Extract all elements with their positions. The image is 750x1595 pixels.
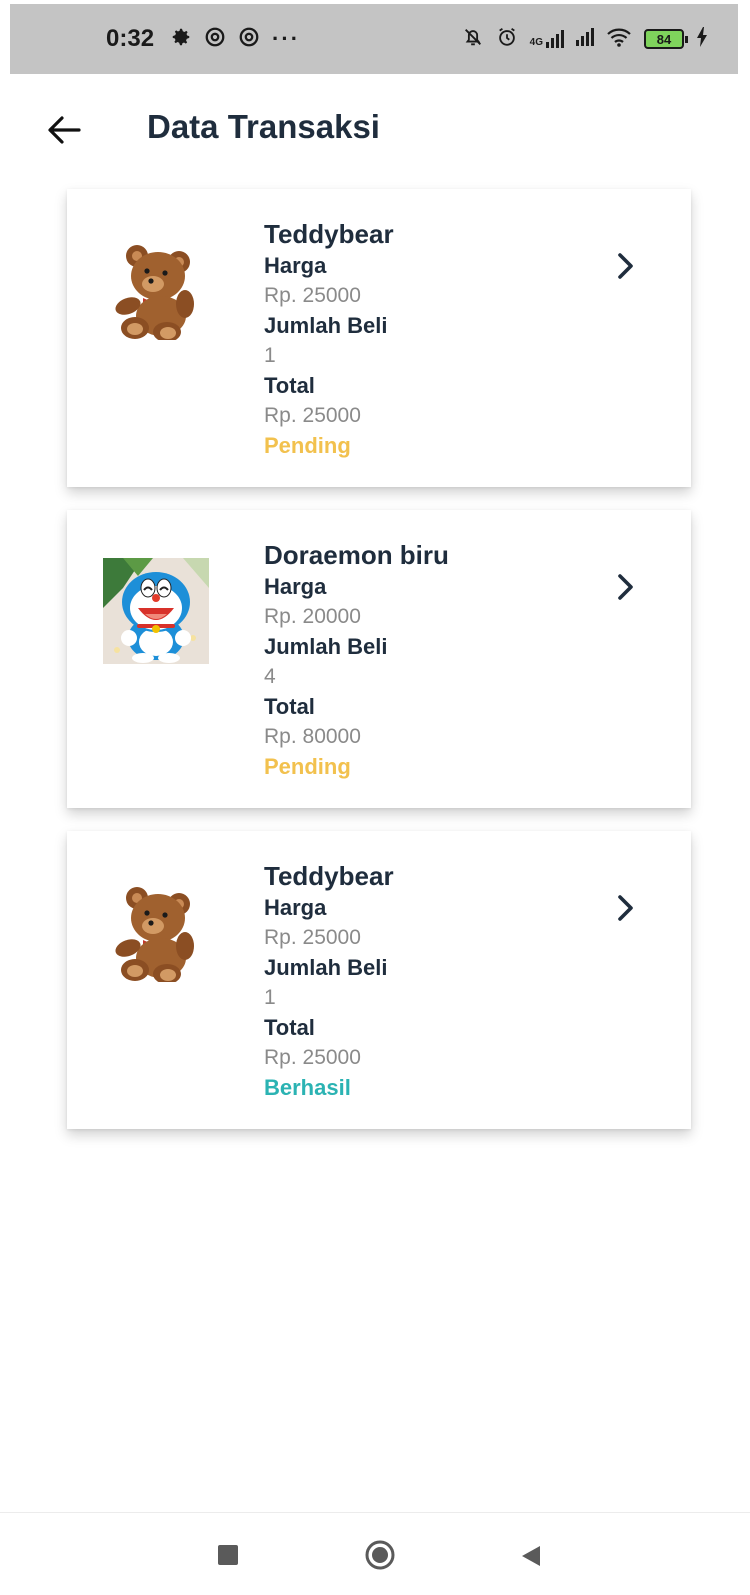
total-value: Rp. 25000 xyxy=(264,1046,361,1069)
arrow-left-icon xyxy=(48,116,81,144)
square-icon xyxy=(218,1545,238,1565)
total-label: Total xyxy=(264,694,315,719)
more-notifications-icon: ··· xyxy=(272,26,301,51)
recents-button[interactable] xyxy=(216,1543,240,1567)
teddybear-image xyxy=(103,237,209,343)
status-time: 0:32 xyxy=(106,25,155,52)
qty-value: 4 xyxy=(264,665,276,688)
at-sign-icon-2 xyxy=(238,26,260,52)
system-back-button[interactable] xyxy=(518,1543,544,1569)
status-badge: Pending xyxy=(264,754,351,779)
transaction-info: Teddybear Harga Rp. 25000 Jumlah Beli 1 … xyxy=(264,217,594,461)
teddybear-image xyxy=(103,879,209,985)
alarm-clock-icon xyxy=(496,26,518,52)
qty-value: 1 xyxy=(264,986,276,1009)
detail-chevron[interactable] xyxy=(611,572,641,602)
price-value: Rp. 20000 xyxy=(264,605,361,628)
total-label: Total xyxy=(264,373,315,398)
product-name: Teddybear xyxy=(264,219,394,249)
transaction-info: Doraemon biru Harga Rp. 20000 Jumlah Bel… xyxy=(264,538,594,782)
price-label: Harga xyxy=(264,253,327,278)
chevron-right-icon xyxy=(618,895,633,921)
battery-icon: 84 xyxy=(644,29,688,49)
charging-bolt-icon xyxy=(696,27,708,51)
chevron-right-icon xyxy=(618,253,633,279)
circle-icon xyxy=(365,1540,395,1570)
status-bar-right: 4G 84 xyxy=(462,26,708,52)
page-title: Data Transaksi xyxy=(147,108,380,145)
status-badge: Pending xyxy=(264,433,351,458)
system-navigation-bar xyxy=(0,1512,750,1595)
network-type-label: 4G xyxy=(529,37,543,48)
status-bar: 0:32 ··· 4G 84 xyxy=(10,4,738,74)
total-value: Rp. 25000 xyxy=(264,404,361,427)
transaction-card[interactable]: Teddybear Harga Rp. 25000 Jumlah Beli 1 … xyxy=(67,189,691,487)
bell-off-icon xyxy=(462,26,484,52)
qty-value: 1 xyxy=(264,344,276,367)
doraemon-image xyxy=(103,558,209,664)
status-bar-left: 0:32 ··· xyxy=(106,25,300,53)
detail-chevron[interactable] xyxy=(611,893,641,923)
at-sign-icon xyxy=(204,26,226,52)
price-value: Rp. 25000 xyxy=(264,926,361,949)
signal-icon xyxy=(576,28,594,50)
home-button[interactable] xyxy=(364,1539,396,1571)
screen: 0:32 ··· 4G 84 Data Transaksi Teddybear … xyxy=(0,0,750,1595)
qty-label: Jumlah Beli xyxy=(264,955,388,980)
transaction-list: Teddybear Harga Rp. 25000 Jumlah Beli 1 … xyxy=(67,189,691,1152)
settings-gear-icon xyxy=(170,26,192,52)
app-header: Data Transaksi xyxy=(0,90,750,170)
chevron-right-icon xyxy=(618,574,633,600)
detail-chevron[interactable] xyxy=(611,251,641,281)
signal-4g-icon: 4G xyxy=(530,30,564,48)
product-name: Doraemon biru xyxy=(264,540,449,570)
transaction-card[interactable]: Teddybear Harga Rp. 25000 Jumlah Beli 1 … xyxy=(67,831,691,1129)
wifi-icon xyxy=(606,26,632,52)
status-badge: Berhasil xyxy=(264,1075,351,1100)
qty-label: Jumlah Beli xyxy=(264,634,388,659)
price-value: Rp. 25000 xyxy=(264,284,361,307)
total-value: Rp. 80000 xyxy=(264,725,361,748)
transaction-card[interactable]: Doraemon biru Harga Rp. 20000 Jumlah Bel… xyxy=(67,510,691,808)
price-label: Harga xyxy=(264,574,327,599)
transaction-info: Teddybear Harga Rp. 25000 Jumlah Beli 1 … xyxy=(264,859,594,1103)
back-button[interactable] xyxy=(40,106,88,154)
total-label: Total xyxy=(264,1015,315,1040)
product-name: Teddybear xyxy=(264,861,394,891)
price-label: Harga xyxy=(264,895,327,920)
qty-label: Jumlah Beli xyxy=(264,313,388,338)
triangle-left-icon xyxy=(522,1546,540,1566)
